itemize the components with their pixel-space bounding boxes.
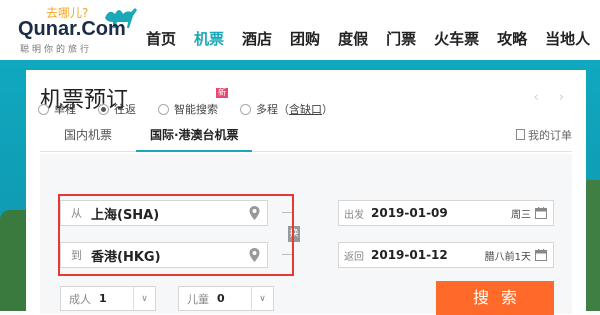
calendar-icon[interactable] <box>535 249 547 261</box>
search-button[interactable]: 搜索 <box>436 281 554 315</box>
nav-item-train[interactable]: 火车票 <box>434 28 479 49</box>
trip-smart-search[interactable]: 智能搜索 新 <box>158 88 228 117</box>
nav-item-group-buy[interactable]: 团购 <box>290 28 320 49</box>
new-badge: 新 <box>216 88 228 98</box>
nav-item-guides[interactable]: 攻略 <box>497 28 527 49</box>
depart-label: 出发 <box>344 209 364 221</box>
chevron-down-icon[interactable]: ∨ <box>251 287 273 310</box>
swap-cities-button[interactable]: 换 <box>288 226 300 242</box>
depart-weekday: 周三 <box>511 209 531 221</box>
nav-links: 首页 机票 酒店 团购 度假 门票 火车票 攻略 当地人 <box>146 28 600 49</box>
card-pager[interactable]: ‹ › <box>533 90 572 105</box>
my-orders-label: 我的订单 <box>528 129 572 142</box>
trip-round-trip-label: 往返 <box>114 103 136 116</box>
from-city-field[interactable]: 从 上海(SHA) <box>60 200 268 226</box>
adult-label: 成人 <box>69 292 91 306</box>
flight-type-tabs: 国内机票 国际·港澳台机票 我的订单 <box>40 120 572 152</box>
calendar-icon[interactable] <box>535 207 547 219</box>
to-label: 到 <box>71 249 82 262</box>
nav-item-home[interactable]: 首页 <box>146 28 176 49</box>
to-city-field[interactable]: 到 香港(HKG) <box>60 242 268 268</box>
child-label: 儿童 <box>187 292 209 306</box>
child-count-value: 0 <box>217 292 225 305</box>
return-weekday: 腊八前1天 <box>484 251 531 263</box>
tab-domestic-flights[interactable]: 国内机票 <box>64 126 112 143</box>
adult-count-value: 1 <box>99 292 107 305</box>
nav-item-tickets[interactable]: 门票 <box>386 28 416 49</box>
depart-date-field[interactable]: 出发 2019-01-09 周三 <box>338 200 554 226</box>
tab-international-flights[interactable]: 国际·港澳台机票 <box>150 126 239 143</box>
radio-smart-search[interactable] <box>158 103 169 115</box>
from-city-value[interactable]: 上海(SHA) <box>91 204 249 223</box>
document-icon <box>516 129 525 140</box>
radio-multi-city[interactable] <box>240 103 251 115</box>
trip-smart-search-label: 智能搜索 <box>174 103 218 116</box>
return-date-value[interactable]: 2019-01-12 <box>369 248 485 262</box>
to-connector <box>282 254 294 255</box>
qunar-logo[interactable]: 去哪儿? Qunar.Com 聪明你的旅行 <box>18 2 138 55</box>
trip-multi-city-prefix: 多程（ <box>256 103 289 116</box>
logo-slogan: 聪明你的旅行 <box>20 45 93 55</box>
location-pin-icon <box>249 248 260 262</box>
trip-multi-city[interactable]: 多程（ 含缺口） <box>240 101 333 117</box>
nav-item-vacation[interactable]: 度假 <box>338 28 368 49</box>
from-label: 从 <box>71 207 82 220</box>
trip-type-options: 单程 往返 智能搜索 新 多程（ 含缺口） <box>38 88 355 117</box>
location-pin-icon <box>249 206 260 220</box>
logo-brand: Qunar.Com <box>18 18 126 40</box>
trip-multi-city-suffix: ） <box>322 103 333 116</box>
active-tab-indicator <box>136 150 252 152</box>
nav-item-hotels[interactable]: 酒店 <box>242 28 272 49</box>
multi-city-link[interactable]: 含缺口 <box>289 101 322 117</box>
return-label: 返回 <box>344 251 364 263</box>
adult-count-select[interactable]: 成人 1 ∨ <box>60 286 156 311</box>
trip-one-way-label: 单程 <box>54 103 76 116</box>
nav-item-locals[interactable]: 当地人 <box>545 28 590 49</box>
to-city-value[interactable]: 香港(HKG) <box>91 246 249 265</box>
radio-one-way[interactable] <box>38 103 49 115</box>
trip-one-way[interactable]: 单程 <box>38 101 76 117</box>
my-orders-link[interactable]: 我的订单 <box>516 127 572 143</box>
from-connector <box>282 212 294 213</box>
chevron-down-icon[interactable]: ∨ <box>133 287 155 310</box>
child-count-select[interactable]: 儿童 0 ∨ <box>178 286 274 311</box>
radio-round-trip[interactable] <box>98 103 109 115</box>
depart-date-value[interactable]: 2019-01-09 <box>369 206 511 220</box>
top-nav: 去哪儿? Qunar.Com 聪明你的旅行 首页 机票 酒店 团购 度假 门票 … <box>0 0 600 60</box>
nav-item-flights[interactable]: 机票 <box>194 28 224 49</box>
return-date-field[interactable]: 返回 2019-01-12 腊八前1天 <box>338 242 554 268</box>
trip-round-trip[interactable]: 往返 <box>98 101 136 117</box>
